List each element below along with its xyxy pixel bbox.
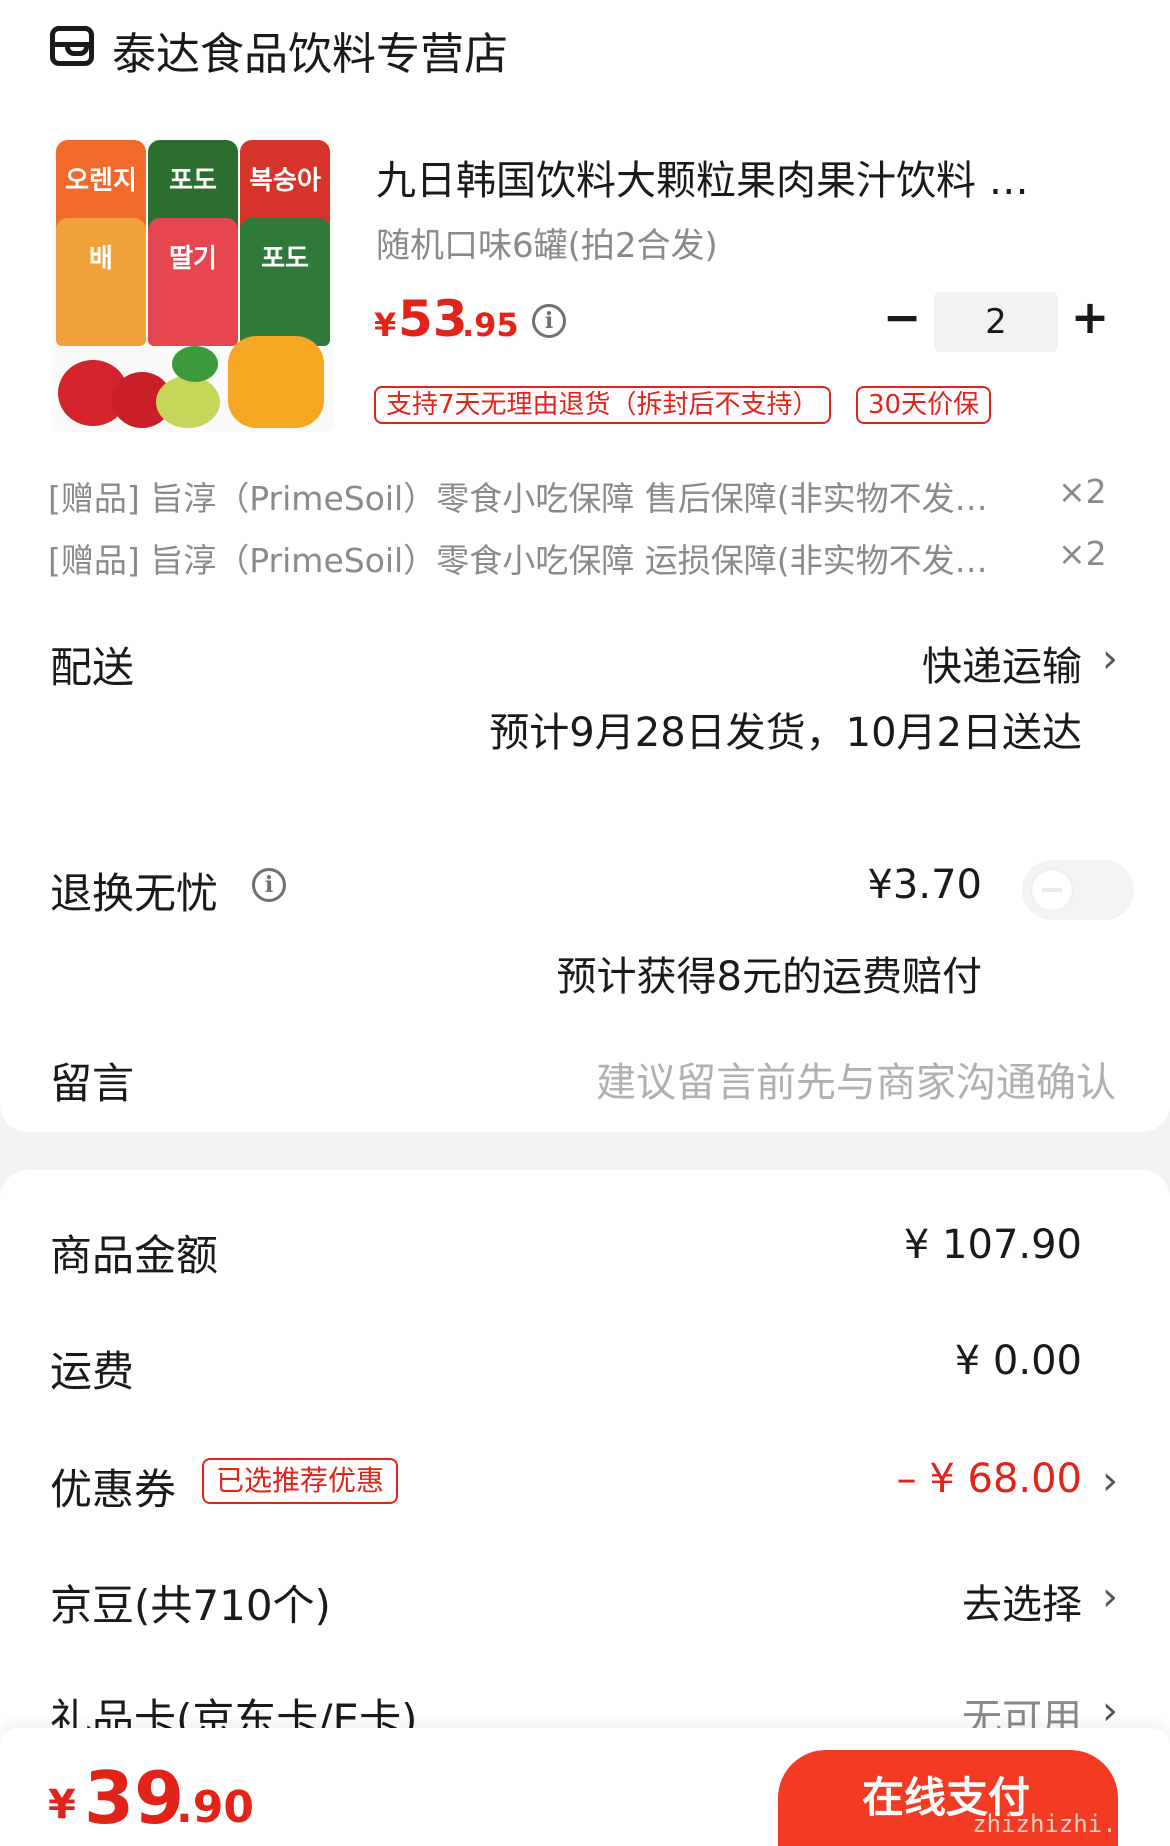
price-decimal: .95	[462, 306, 519, 344]
chevron-right-icon[interactable]: ›	[1102, 1458, 1118, 1504]
coupon-value[interactable]: – ¥ 68.00	[897, 1456, 1082, 1502]
quantity-minus-button[interactable]: −	[882, 290, 922, 344]
product-title[interactable]: 九日韩国饮料大颗粒果肉果汁饮料 …	[376, 148, 1110, 206]
return-policy-tag: 支持7天无理由退货（拆封后不支持）	[374, 386, 831, 424]
message-label: 留言	[50, 1059, 135, 1108]
price-integer: 53	[398, 290, 468, 348]
price-symbol: ¥	[374, 306, 397, 344]
coupon-label: 优惠券	[50, 1465, 177, 1514]
can-pear: 배	[56, 218, 146, 346]
product-spec: 随机口味6罐(拍2合发)	[376, 226, 718, 266]
toggle-knob	[1032, 870, 1072, 910]
grape-icon	[156, 376, 220, 428]
product-image[interactable]: 오렌지 포도 복숭아 배 딸기 포도	[52, 140, 334, 432]
quantity-input[interactable]: 2	[934, 292, 1058, 352]
gift-qty: ×2	[1058, 472, 1107, 511]
price-protect-tag: 30天价保	[856, 386, 992, 424]
delivery-method[interactable]: 快递运输	[922, 634, 1082, 692]
chevron-right-icon[interactable]: ›	[1102, 636, 1118, 682]
goods-amount-value: ¥ 107.90	[903, 1222, 1082, 1268]
mango-icon	[228, 336, 324, 428]
can-strawberry: 딸기	[148, 218, 238, 346]
gift-qty: ×2	[1058, 534, 1107, 573]
goods-amount-label: 商品金额	[50, 1231, 219, 1280]
order-card: 泰达食品饮料专营店 오렌지 포도 복숭아 배 딸기 포도 九日韩国饮料大颗粒果肉…	[0, 0, 1170, 1132]
total-integer: 39	[84, 1756, 185, 1840]
jd-bean-action[interactable]: 去选择	[962, 1572, 1082, 1630]
delivery-label: 配送	[50, 643, 135, 692]
shipping-value: ¥ 0.00	[954, 1338, 1082, 1384]
coupon-tag: 已选推荐优惠	[202, 1458, 399, 1504]
total-decimal: .90	[176, 1782, 254, 1833]
total-symbol: ¥	[48, 1782, 76, 1828]
leaf-icon	[172, 346, 218, 382]
store-name[interactable]: 泰达食品饮料专营店	[112, 18, 508, 82]
gift-item[interactable]: [赠品] 旨淳（PrimeSoil）零食小吃保障 运损保障(非实物不发… ×2	[48, 534, 1118, 582]
chevron-right-icon[interactable]: ›	[1102, 1574, 1118, 1620]
price-info-icon[interactable]: i	[532, 304, 566, 338]
store-icon	[50, 26, 94, 66]
return-worry-free-toggle[interactable]	[1022, 860, 1134, 920]
gift-text: [赠品] 旨淳（PrimeSoil）零食小吃保障 售后保障(非实物不发…	[48, 479, 988, 518]
return-worry-free-note: 预计获得8元的运费赔付	[556, 954, 982, 1000]
delivery-eta: 预计9月28日发货，10月2日送达	[489, 710, 1082, 756]
gift-item[interactable]: [赠品] 旨淳（PrimeSoil）零食小吃保障 售后保障(非实物不发… ×2	[48, 472, 1118, 520]
quantity-plus-button[interactable]: +	[1070, 290, 1110, 344]
gift-text: [赠品] 旨淳（PrimeSoil）零食小吃保障 运损保障(非实物不发…	[48, 541, 988, 580]
message-input[interactable]: 建议留言前先与商家沟通确认	[596, 1050, 1116, 1108]
jd-bean-label: 京豆(共710个)	[50, 1581, 331, 1630]
watermark: zhizhizhi.com	[972, 1810, 1160, 1838]
return-worry-free-price: ¥3.70	[867, 862, 982, 908]
return-info-icon[interactable]: i	[252, 868, 286, 902]
checkout-bar: ¥ 39 .90 在线支付 zhizhizhi.com	[0, 1728, 1170, 1846]
shipping-label: 运费	[50, 1347, 135, 1396]
return-worry-free-label: 退换无忧	[50, 869, 219, 918]
can-grape-2: 포도	[240, 218, 330, 346]
